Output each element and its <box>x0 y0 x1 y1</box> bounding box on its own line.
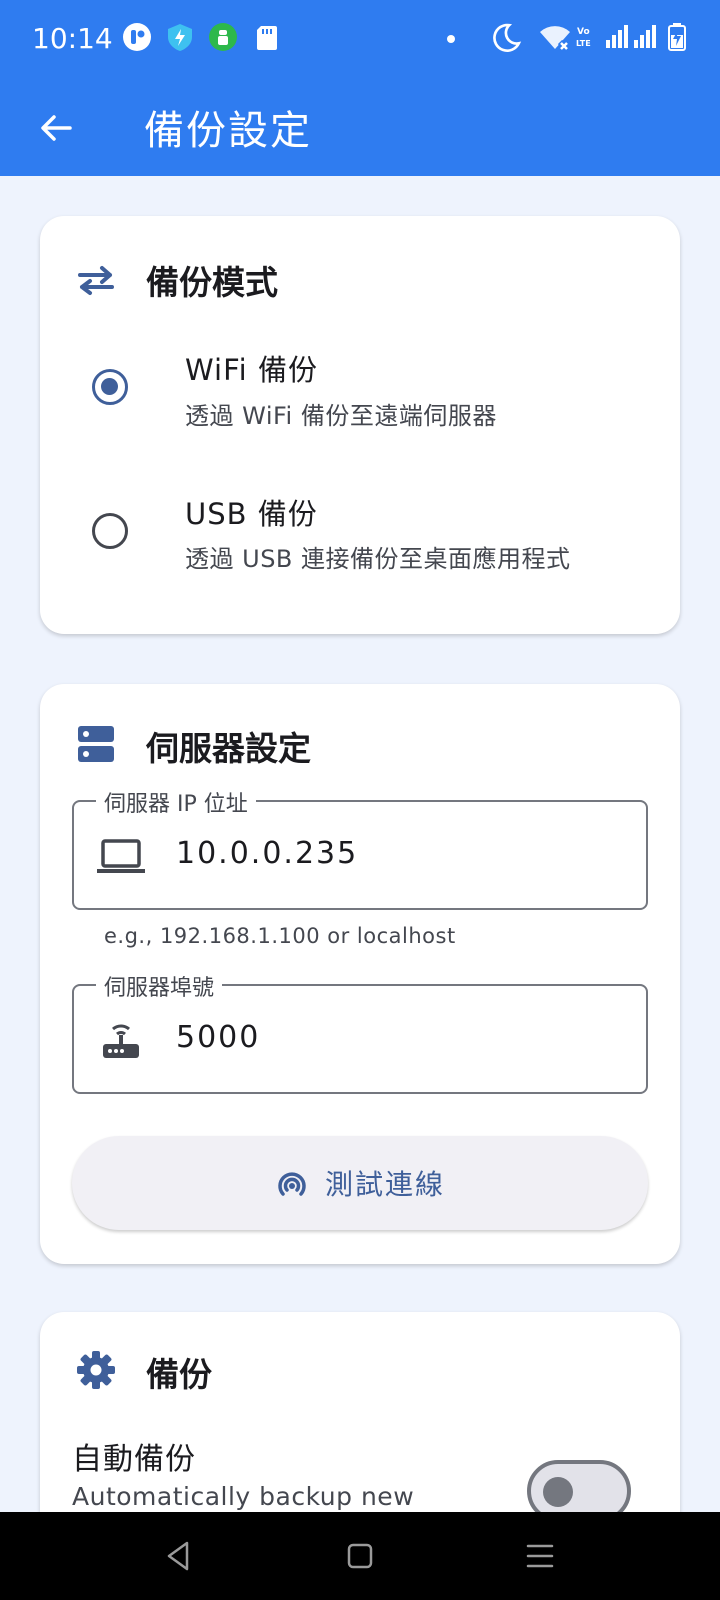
dot-icon <box>436 22 466 52</box>
usb-backup-radio[interactable] <box>92 513 128 549</box>
svg-text:LTE: LTE <box>576 39 591 48</box>
triangle-back-icon <box>167 1541 189 1571</box>
wifi-backup-subtitle: 透過 WiFi 備份至遠端伺服器 <box>185 402 497 430</box>
wifi-off-icon <box>538 22 571 53</box>
server-port-field[interactable]: 伺服器埠號 5000 <box>72 970 648 1094</box>
backup-mode-title: 備份模式 <box>146 263 278 302</box>
swap-horiz-icon <box>76 260 116 300</box>
server-ip-field[interactable]: 伺服器 IP 位址 10.0.0.235 <box>72 786 648 910</box>
app-icon-t <box>122 22 152 52</box>
server-port-value[interactable]: 5000 <box>176 1020 260 1055</box>
back-button[interactable] <box>30 102 82 154</box>
navigation-bar <box>0 1512 720 1600</box>
auto-backup-subtitle: Automatically backup new <box>72 1482 415 1511</box>
android-icon <box>208 22 238 52</box>
app-bar: 備份設定 <box>0 80 720 176</box>
server-ip-value[interactable]: 10.0.0.235 <box>176 836 358 871</box>
signal-icon <box>604 22 634 52</box>
server-port-label: 伺服器埠號 <box>96 970 223 1002</box>
toggle-knob <box>543 1477 573 1507</box>
backup-title: 備份 <box>146 1355 212 1394</box>
server-ip-helper: e.g., 192.168.1.100 or localhost <box>104 924 456 948</box>
battery-charging-icon <box>666 22 696 52</box>
backup-mode-card: 備份模式 WiFi 備份 透過 WiFi 備份至遠端伺服器 USB 備份 透過 … <box>40 216 680 634</box>
server-settings-card: 伺服器設定 伺服器 IP 位址 10.0.0.235 e.g., 192.168… <box>40 684 680 1264</box>
moon-icon <box>490 22 522 52</box>
usb-backup-title: USB 備份 <box>185 497 318 531</box>
wifi-backup-title: WiFi 備份 <box>185 353 318 387</box>
wifi-backup-radio[interactable] <box>92 369 128 405</box>
nav-recents-button[interactable] <box>518 1534 562 1578</box>
shield-bolt-icon <box>165 22 195 52</box>
volte-icon: Vo LTE <box>576 22 606 52</box>
page-title: 備份設定 <box>144 108 312 154</box>
router-icon <box>96 1016 146 1066</box>
svg-text:Vo: Vo <box>577 27 590 37</box>
server-settings-title: 伺服器設定 <box>146 729 311 768</box>
usb-backup-subtitle: 透過 USB 連接備份至桌面應用程式 <box>185 545 571 573</box>
dns-icon <box>76 724 116 764</box>
test-connection-label: 測試連線 <box>324 1168 445 1201</box>
status-bar: 10:14 Vo LTE <box>0 0 720 80</box>
server-ip-label: 伺服器 IP 位址 <box>96 786 256 818</box>
auto-backup-title: 自動備份 <box>72 1442 196 1477</box>
gear-icon <box>76 1350 116 1390</box>
sd-card-icon <box>252 22 282 52</box>
nav-home-button[interactable] <box>338 1534 382 1578</box>
square-home-icon <box>347 1543 373 1569</box>
broadcast-icon <box>278 1172 306 1196</box>
nav-back-button[interactable] <box>156 1534 200 1578</box>
status-time: 10:14 <box>32 22 113 55</box>
test-connection-button[interactable]: 測試連線 <box>72 1136 648 1230</box>
arrow-left-icon <box>41 115 72 141</box>
laptop-icon <box>96 832 146 882</box>
menu-recents-icon <box>526 1544 554 1568</box>
signal-icon-2 <box>632 22 662 52</box>
